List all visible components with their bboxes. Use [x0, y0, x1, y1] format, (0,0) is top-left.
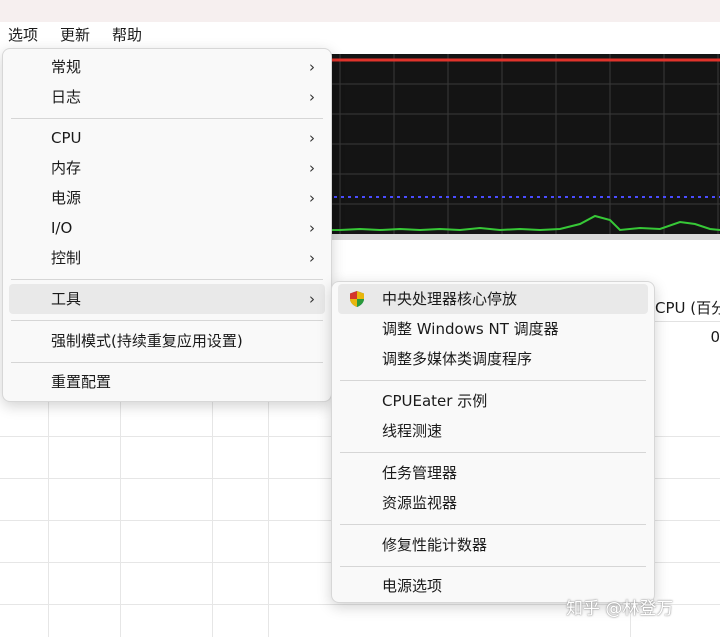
- menu-separator: [11, 362, 323, 363]
- menu-update[interactable]: 更新: [58, 25, 92, 45]
- menu-item-memory[interactable]: 内存 ›: [9, 153, 325, 183]
- chevron-right-icon: ›: [309, 290, 315, 308]
- options-dropdown-menu: 常规 › 日志 › CPU › 内存 › 电源 › I/O › 控制 › 工具 …: [2, 48, 332, 402]
- menu-item-label: 控制: [51, 249, 82, 267]
- menu-separator: [11, 118, 323, 119]
- submenu-item-repair-counters[interactable]: 修复性能计数器: [338, 530, 648, 560]
- menu-item-cpu[interactable]: CPU ›: [9, 123, 325, 153]
- submenu-item-task-manager[interactable]: 任务管理器: [338, 458, 648, 488]
- submenu-item-label: CPUEater 示例: [382, 392, 488, 410]
- chevron-right-icon: ›: [309, 219, 315, 237]
- submenu-item-thread-racer[interactable]: 线程测速: [338, 416, 648, 446]
- menu-separator: [340, 524, 646, 525]
- menu-item-force-mode[interactable]: 强制模式(持续重复应用设置): [9, 326, 325, 356]
- tools-submenu: 中央处理器核心停放 调整 Windows NT 调度器 调整多媒体类调度程序 C…: [331, 281, 655, 603]
- graph-green-line: [320, 214, 720, 232]
- chevron-right-icon: ›: [309, 159, 315, 177]
- menu-item-io[interactable]: I/O ›: [9, 213, 325, 243]
- menu-help[interactable]: 帮助: [110, 25, 144, 45]
- menu-options[interactable]: 选项: [6, 25, 40, 45]
- graph-bottom-strip: [320, 234, 720, 240]
- menu-item-tools[interactable]: 工具 ›: [9, 284, 325, 314]
- chevron-right-icon: ›: [309, 58, 315, 76]
- menu-separator: [11, 279, 323, 280]
- menu-item-label: 工具: [51, 290, 82, 308]
- submenu-item-core-parking[interactable]: 中央处理器核心停放: [338, 284, 648, 314]
- menu-item-control[interactable]: 控制 ›: [9, 243, 325, 273]
- graph-gridlines: [320, 54, 720, 234]
- menu-bar: 选项 更新 帮助: [0, 22, 720, 48]
- cpu-value-cell: 0: [710, 328, 720, 346]
- submenu-item-label: 任务管理器: [382, 464, 458, 482]
- chevron-right-icon: ›: [309, 129, 315, 147]
- menu-separator: [340, 452, 646, 453]
- menu-item-label: 常规: [51, 58, 82, 76]
- submenu-item-label: 调整多媒体类调度程序: [382, 350, 533, 368]
- chevron-right-icon: ›: [309, 249, 315, 267]
- submenu-item-label: 修复性能计数器: [382, 536, 488, 554]
- submenu-item-label: 电源选项: [382, 577, 443, 595]
- graph-canvas: [320, 54, 720, 234]
- title-bar-strip: [0, 0, 720, 22]
- chevron-right-icon: ›: [309, 189, 315, 207]
- menu-item-label: 日志: [51, 88, 82, 106]
- menu-item-general[interactable]: 常规 ›: [9, 52, 325, 82]
- menu-item-label: I/O: [51, 219, 73, 237]
- menu-separator: [11, 320, 323, 321]
- submenu-item-cpueater[interactable]: CPUEater 示例: [338, 386, 648, 416]
- menu-separator: [340, 566, 646, 567]
- column-header-cpu[interactable]: CPU (百分比): [646, 294, 720, 322]
- submenu-item-label: 中央处理器核心停放: [382, 290, 518, 308]
- menu-item-label: 强制模式(持续重复应用设置): [51, 332, 243, 350]
- menu-separator: [340, 380, 646, 381]
- menu-item-label: CPU: [51, 129, 82, 147]
- menu-item-label: 内存: [51, 159, 82, 177]
- submenu-item-mmcss[interactable]: 调整多媒体类调度程序: [338, 344, 648, 374]
- watermark-text: 知乎 @林登万: [566, 599, 674, 619]
- submenu-item-label: 调整 Windows NT 调度器: [382, 320, 559, 338]
- uac-shield-icon: [350, 291, 364, 307]
- menu-item-label: 电源: [51, 189, 82, 207]
- submenu-item-nt-scheduler[interactable]: 调整 Windows NT 调度器: [338, 314, 648, 344]
- cpu-usage-graph: [320, 54, 720, 234]
- submenu-item-label: 线程测速: [382, 422, 443, 440]
- submenu-item-resource-monitor[interactable]: 资源监视器: [338, 488, 648, 518]
- menu-item-log[interactable]: 日志 ›: [9, 82, 325, 112]
- menu-item-power[interactable]: 电源 ›: [9, 183, 325, 213]
- chevron-right-icon: ›: [309, 88, 315, 106]
- submenu-item-label: 资源监视器: [382, 494, 458, 512]
- menu-item-reset-config[interactable]: 重置配置: [9, 367, 325, 397]
- menu-item-label: 重置配置: [51, 373, 112, 391]
